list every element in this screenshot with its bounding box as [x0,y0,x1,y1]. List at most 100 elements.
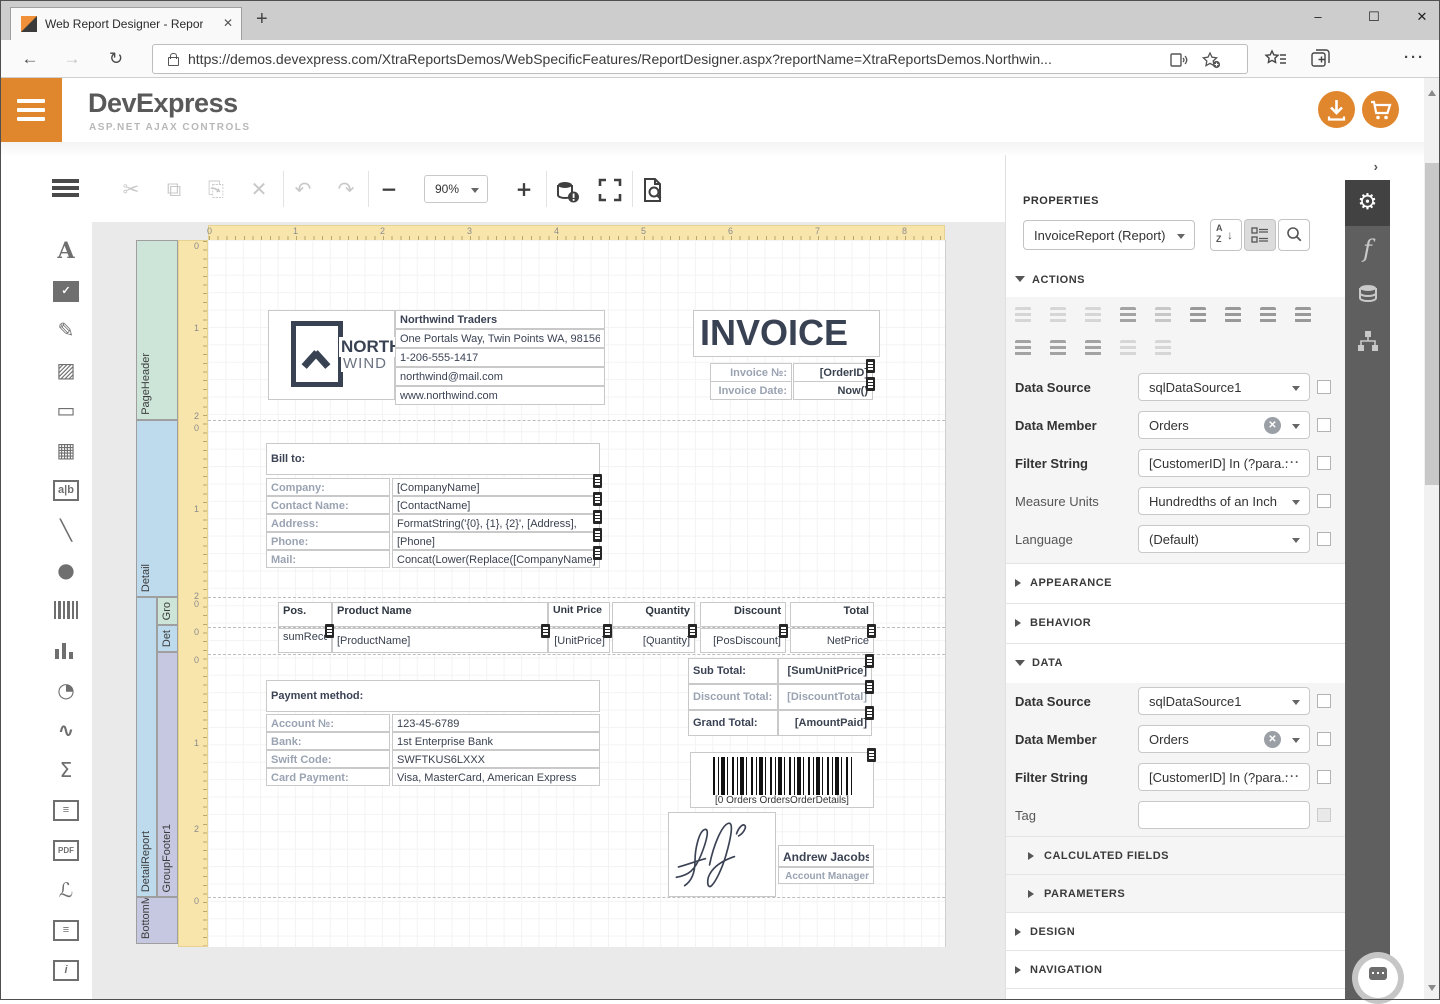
toolbox-item-subreport[interactable]: ≡ [50,916,82,946]
smart-tag-icon[interactable] [779,624,788,638]
brand-logo[interactable]: DevExpress [88,88,238,119]
section-navigation[interactable]: NAVIGATION [1006,950,1345,988]
zoom-out-button[interactable]: − [373,173,405,205]
property-checkbox[interactable] [1317,418,1331,432]
ellipsis-icon[interactable]: ··· [1285,455,1300,469]
discount-total-field[interactable]: [DiscountTotal] [778,684,872,710]
toolbox-item-picture-box[interactable]: ▨ [50,356,82,386]
card-payment-caption[interactable]: Card Payment: [266,768,390,786]
paste-button[interactable]: ⎘ [200,173,232,205]
bill-address-caption[interactable]: Address: [266,514,390,532]
bill-contact-caption[interactable]: Contact Name: [266,496,390,514]
search-button[interactable] [1278,219,1310,251]
action-icon[interactable] [1085,340,1101,356]
company-logo-control[interactable]: NORTH WIND [268,310,395,400]
invoice-date-field[interactable]: Now() [793,381,873,400]
cut-button[interactable]: ✂ [115,173,147,205]
toolbox-item-chart[interactable] [50,636,82,666]
toolbox-item-signature[interactable]: ℒ [50,876,82,906]
company-name-label[interactable]: Northwind Traders [395,310,605,329]
favorites-bar-icon[interactable] [1262,45,1290,73]
copy-button[interactable]: ⧉ [158,173,190,205]
action-icon[interactable] [1120,307,1136,323]
col-header-total[interactable]: Total [790,602,874,627]
bill-address-field[interactable]: FormatString('{0}, {1}, {2}', [Address], [392,514,600,532]
page-scrollbar[interactable] [1424,78,1440,1000]
section-parameters[interactable]: PARAMETERS [1006,874,1345,912]
scrollbar-thumb[interactable] [1425,163,1439,485]
action-icon[interactable] [1155,340,1171,356]
action-icon[interactable] [1225,307,1241,323]
col-header-pos[interactable]: Pos. [278,602,332,627]
property-checkbox[interactable] [1317,532,1331,546]
band-page-header[interactable]: PageHeader [136,240,178,420]
smart-tag-icon[interactable] [325,624,334,638]
company-email-label[interactable]: northwind@mail.com [395,367,605,386]
cell-discount[interactable]: [PosDiscount] [700,628,786,653]
scroll-up-icon[interactable] [1428,86,1436,96]
manager-name-label[interactable]: Andrew Jacobson [778,845,874,867]
col-header-product[interactable]: Product Name [332,602,548,627]
property-checkbox[interactable] [1317,694,1331,708]
report-page[interactable]: NORTH WIND Northwind Traders One Portals… [208,240,946,947]
bill-company-caption[interactable]: Company: [266,478,390,496]
smart-tag-icon[interactable] [593,474,602,488]
toolbox-item-line[interactable]: ╲ [50,516,82,546]
smart-tag-icon[interactable] [541,624,550,638]
toolbox-item-gauge[interactable]: ◔ [50,676,82,706]
bill-mail-field[interactable]: Concat(Lower(Replace([CompanyName] [392,550,600,568]
barcode-control[interactable]: [0 Orders OrdersOrderDetails] [690,752,874,808]
card-payment-value[interactable]: Visa, MasterCard, American Express [392,768,600,786]
smart-tag-icon[interactable] [867,748,876,762]
cell-unit-price[interactable]: [UnitPrice] [548,628,610,653]
property-checkbox[interactable] [1317,494,1331,508]
bill-phone-caption[interactable]: Phone: [266,532,390,550]
account-no-value[interactable]: 123-45-6789 [392,714,600,732]
browser-menu-icon[interactable]: ··· [1404,49,1425,66]
invoice-date-caption[interactable]: Invoice Date: [710,381,792,400]
language-select[interactable]: (Default) [1138,525,1310,553]
smart-tag-icon[interactable] [593,492,602,506]
band-detail[interactable]: Detail [136,420,178,597]
cell-pos[interactable]: sumRecordNumber [278,628,332,653]
company-phone-label[interactable]: 1-206-555-1417 [395,348,605,367]
toolbox-item-report-info[interactable]: i [50,956,82,986]
clear-icon[interactable]: ✕ [1264,731,1281,748]
col-header-unit-price[interactable]: Unit Price [548,602,610,627]
collections-icon[interactable] [1306,45,1334,73]
property-checkbox[interactable] [1317,732,1331,746]
clear-icon[interactable]: ✕ [1264,417,1281,434]
signature-picture[interactable] [668,812,776,897]
cell-total[interactable]: NetPrice [790,628,874,653]
toolbox-item-panel[interactable]: ▭ [50,396,82,426]
swift-caption[interactable]: Swift Code: [266,750,390,768]
action-icon[interactable] [1260,307,1276,323]
property-checkbox[interactable] [1317,770,1331,784]
action-icon[interactable] [1155,307,1171,323]
preview-icon[interactable] [637,173,669,205]
tab-close-icon[interactable]: ✕ [223,16,233,30]
cell-quantity[interactable]: [Quantity] [612,628,695,653]
designer-menu-button[interactable] [52,179,79,198]
toolbox-item-rich-text[interactable]: ✎ [50,316,82,346]
bill-phone-field[interactable]: [Phone] [392,532,600,550]
account-no-caption[interactable]: Account №: [266,714,390,732]
bill-contact-field[interactable]: [ContactName] [392,496,600,514]
forward-button[interactable]: → [58,45,86,73]
toolbox-item-summary[interactable]: Σ [50,756,82,786]
validate-bindings-icon[interactable] [551,173,583,205]
smart-tag-icon[interactable] [593,528,602,542]
filter-string-editor[interactable]: [CustomerID] In (?para...··· [1138,763,1310,791]
section-appearance[interactable]: APPEARANCE [1006,563,1345,603]
subtotal-field[interactable]: [SumUnitPrice] [778,658,872,684]
data-member-select[interactable]: Orders✕ [1138,725,1310,753]
browser-tab[interactable]: Web Report Designer - Reporting ✕ [10,7,242,40]
toolbox-item-table[interactable]: ▦ [50,436,82,466]
invoice-title-label[interactable]: INVOICE [693,310,880,357]
tag-editor[interactable] [1138,801,1310,829]
data-member-select[interactable]: Orders✕ [1138,411,1310,439]
toolbox-item-check-box[interactable]: ✓ [50,277,82,307]
toolbox-item-sparkline[interactable]: ∿ [50,716,82,746]
action-icon[interactable] [1050,307,1066,323]
collapse-panel-icon[interactable]: › [1374,159,1378,174]
